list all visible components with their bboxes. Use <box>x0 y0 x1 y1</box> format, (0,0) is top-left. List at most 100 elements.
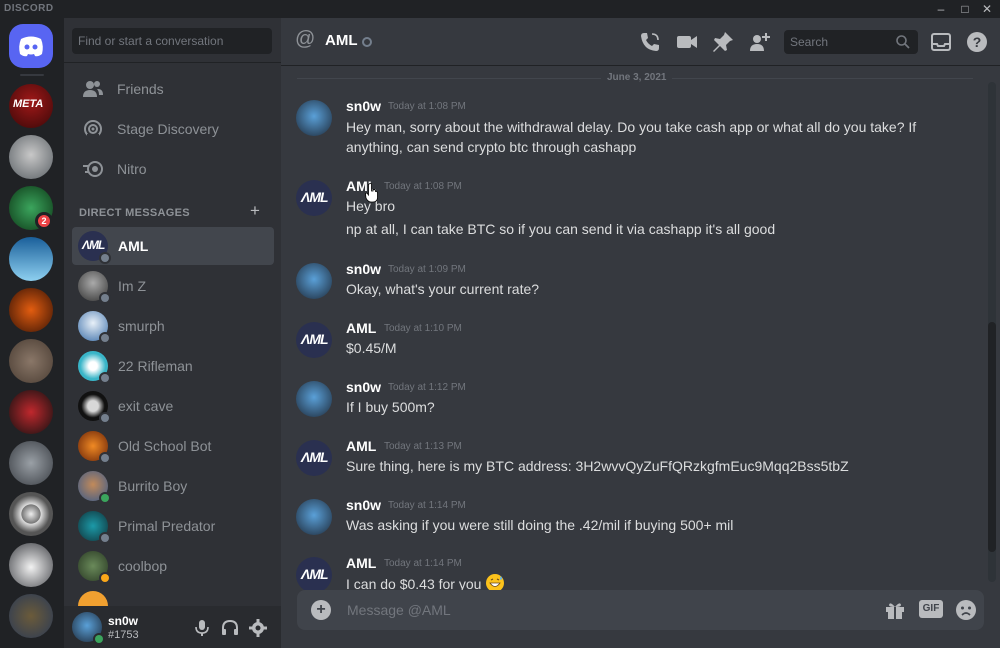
stage-icon <box>84 120 102 138</box>
message-avatar[interactable]: ΛML <box>296 440 332 476</box>
call-icon[interactable] <box>638 30 662 54</box>
dm-item-primal-predator[interactable]: Primal Predator <box>72 507 274 545</box>
message-text: Okay, what's your current rate? <box>346 281 540 297</box>
message-text: anything, can send crypto btc through ca… <box>346 139 637 155</box>
message-timestamp: Today at 1:13 PM <box>384 441 462 452</box>
nitro-icon <box>83 161 103 177</box>
minimize-icon[interactable]: – <box>932 1 950 17</box>
chat-scrollbar[interactable] <box>988 82 996 582</box>
emoji-icon[interactable] <box>955 599 977 621</box>
recipient-status-icon <box>362 37 372 47</box>
message-avatar[interactable] <box>296 381 332 417</box>
message-author[interactable]: sn0w <box>346 379 381 395</box>
home-button[interactable] <box>9 24 53 68</box>
message-timestamp: Today at 1:14 PM <box>384 558 462 569</box>
at-icon: @ <box>295 28 316 50</box>
message-avatar[interactable] <box>296 499 332 535</box>
mention-badge: 2 <box>35 212 53 230</box>
server-list: META 2 <box>0 18 64 648</box>
chat-area: @ AML Search ? June 3, 2021 sn0w Today a… <box>281 18 1000 648</box>
user-panel: sn0w #1753 <box>64 606 281 648</box>
headphones-icon[interactable] <box>220 618 240 638</box>
dm-item-coolbop[interactable]: coolbop <box>72 547 274 585</box>
dm-name: Burrito Boy <box>118 478 188 494</box>
server-6[interactable] <box>9 339 53 383</box>
discord-logo-icon <box>19 36 43 57</box>
dm-name: coolbop <box>118 558 168 574</box>
status-indicator <box>99 452 111 464</box>
dm-sidebar: Find or start a conversation Friends Sta… <box>64 18 281 648</box>
nav-stage-discovery[interactable]: Stage Discovery <box>72 111 274 147</box>
dm-item-exit-cave[interactable]: exit cave <box>72 387 274 425</box>
message-avatar[interactable] <box>296 100 332 136</box>
server-8[interactable] <box>9 441 53 485</box>
user-tag: #1753 <box>108 629 139 641</box>
nav-nitro[interactable]: Nitro <box>72 151 274 187</box>
settings-icon[interactable] <box>248 618 268 638</box>
date-divider-label: June 3, 2021 <box>601 72 673 83</box>
status-indicator <box>99 372 111 384</box>
message-author[interactable]: AML <box>346 438 376 454</box>
friends-icon <box>83 81 103 97</box>
chat-recipient: AML <box>325 32 358 49</box>
message-avatar[interactable]: ΛML <box>296 180 332 216</box>
dm-name: AML <box>118 238 149 254</box>
message-author[interactable]: AML <box>346 320 376 336</box>
message-text: If I buy 500m? <box>346 399 435 415</box>
server-11[interactable] <box>9 594 53 638</box>
message-avatar[interactable]: ΛML <box>296 557 332 593</box>
message-text: Hey bro <box>346 198 396 214</box>
find-conversation-input[interactable]: Find or start a conversation <box>72 28 272 54</box>
dm-name: smurph <box>118 318 165 334</box>
help-icon[interactable]: ? <box>965 30 989 54</box>
add-friend-icon[interactable] <box>748 30 772 54</box>
dm-name: exit cave <box>118 398 174 414</box>
message-input[interactable]: Message @AML <box>347 602 451 618</box>
dm-name: Im Z <box>118 278 146 294</box>
server-10[interactable] <box>9 543 53 587</box>
dm-item-aml[interactable]: ΛML AML <box>72 227 274 265</box>
server-meta[interactable]: META <box>9 84 53 128</box>
message-text: $0.45/M <box>346 340 397 356</box>
dm-item-old-school-bot[interactable]: Old School Bot <box>72 427 274 465</box>
server-2[interactable] <box>9 135 53 179</box>
server-divider <box>20 74 44 76</box>
pin-icon[interactable] <box>711 30 735 54</box>
video-icon[interactable] <box>675 30 699 54</box>
message-author[interactable]: sn0w <box>346 98 381 114</box>
message-author[interactable]: sn0w <box>346 261 381 277</box>
attach-plus-icon[interactable]: + <box>311 600 331 620</box>
server-5[interactable] <box>9 288 53 332</box>
microphone-icon[interactable] <box>192 618 212 638</box>
status-indicator <box>99 572 111 584</box>
dm-item-burrito-boy[interactable]: Burrito Boy <box>72 467 274 505</box>
message-author[interactable]: AML <box>346 555 376 571</box>
chat-scrollbar-thumb[interactable] <box>988 322 996 552</box>
close-icon[interactable]: ✕ <box>978 1 996 17</box>
message-author[interactable]: sn0w <box>346 497 381 513</box>
nav-nitro-label: Nitro <box>117 161 147 177</box>
dm-name: Primal Predator <box>118 518 216 534</box>
server-9[interactable] <box>9 492 53 536</box>
server-4[interactable] <box>9 237 53 281</box>
title-bar: DISCORD – □ ✕ <box>0 0 1000 18</box>
dm-item-smurph[interactable]: smurph <box>72 307 274 345</box>
nav-friends[interactable]: Friends <box>72 71 274 107</box>
message-timestamp: Today at 1:10 PM <box>384 323 462 334</box>
message-timestamp: Today at 1:12 PM <box>388 382 466 393</box>
status-indicator <box>99 492 111 504</box>
create-dm-button[interactable]: + <box>250 201 260 221</box>
message-avatar[interactable] <box>296 263 332 299</box>
gif-icon[interactable]: GIF <box>919 600 943 618</box>
gift-icon[interactable] <box>884 599 906 621</box>
inbox-icon[interactable] <box>929 30 953 54</box>
status-indicator <box>99 412 111 424</box>
dm-item-im-z[interactable]: Im Z <box>72 267 274 305</box>
server-7[interactable] <box>9 390 53 434</box>
message-timestamp: Today at 1:08 PM <box>388 101 466 112</box>
message-avatar[interactable]: ΛML <box>296 322 332 358</box>
dm-item-22-rifleman[interactable]: 22 Rifleman <box>72 347 274 385</box>
maximize-icon[interactable]: □ <box>956 1 974 17</box>
user-status-indicator <box>93 633 105 645</box>
message-text: Sure thing, here is my BTC address: 3H2w… <box>346 458 849 474</box>
